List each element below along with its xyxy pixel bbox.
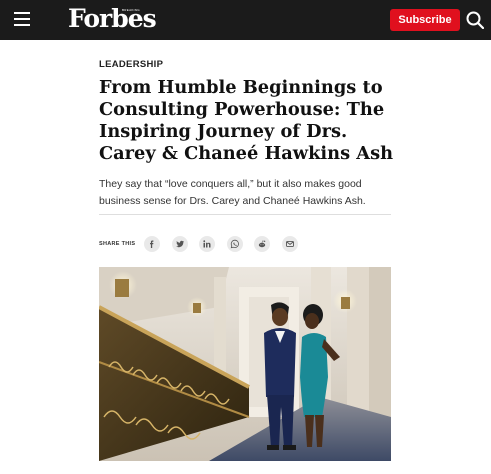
article-summary: They say that “love conquers all,” but i… [99,178,366,207]
share-reddit-button[interactable] [254,236,270,252]
share-twitter-button[interactable] [172,236,188,252]
article-hero-photo [99,267,391,461]
top-navigation-bar: Forbes BREAKING Subscribe [0,0,491,40]
share-label: SHARE THIS [99,241,136,247]
facebook-icon [150,240,154,248]
article-headline: From Humble Beginnings to Consulting Pow… [99,77,394,164]
share-facebook-button[interactable] [144,236,160,252]
share-email-button[interactable] [282,236,298,252]
whatsapp-icon [230,239,239,249]
reddit-icon [258,240,266,248]
logo-tagline: BREAKING [122,8,140,12]
share-linkedin-button[interactable] [199,236,215,252]
forbes-logo[interactable]: Forbes [68,4,157,33]
search-icon[interactable] [466,11,484,29]
hamburger-menu-icon[interactable] [14,12,30,26]
article-category-link[interactable]: LEADERSHIP [99,59,163,70]
linkedin-icon [203,240,211,248]
email-icon [286,241,294,247]
twitter-icon [176,240,184,248]
divider [99,214,391,215]
share-whatsapp-button[interactable] [227,236,243,252]
subscribe-button[interactable]: Subscribe [390,9,460,31]
